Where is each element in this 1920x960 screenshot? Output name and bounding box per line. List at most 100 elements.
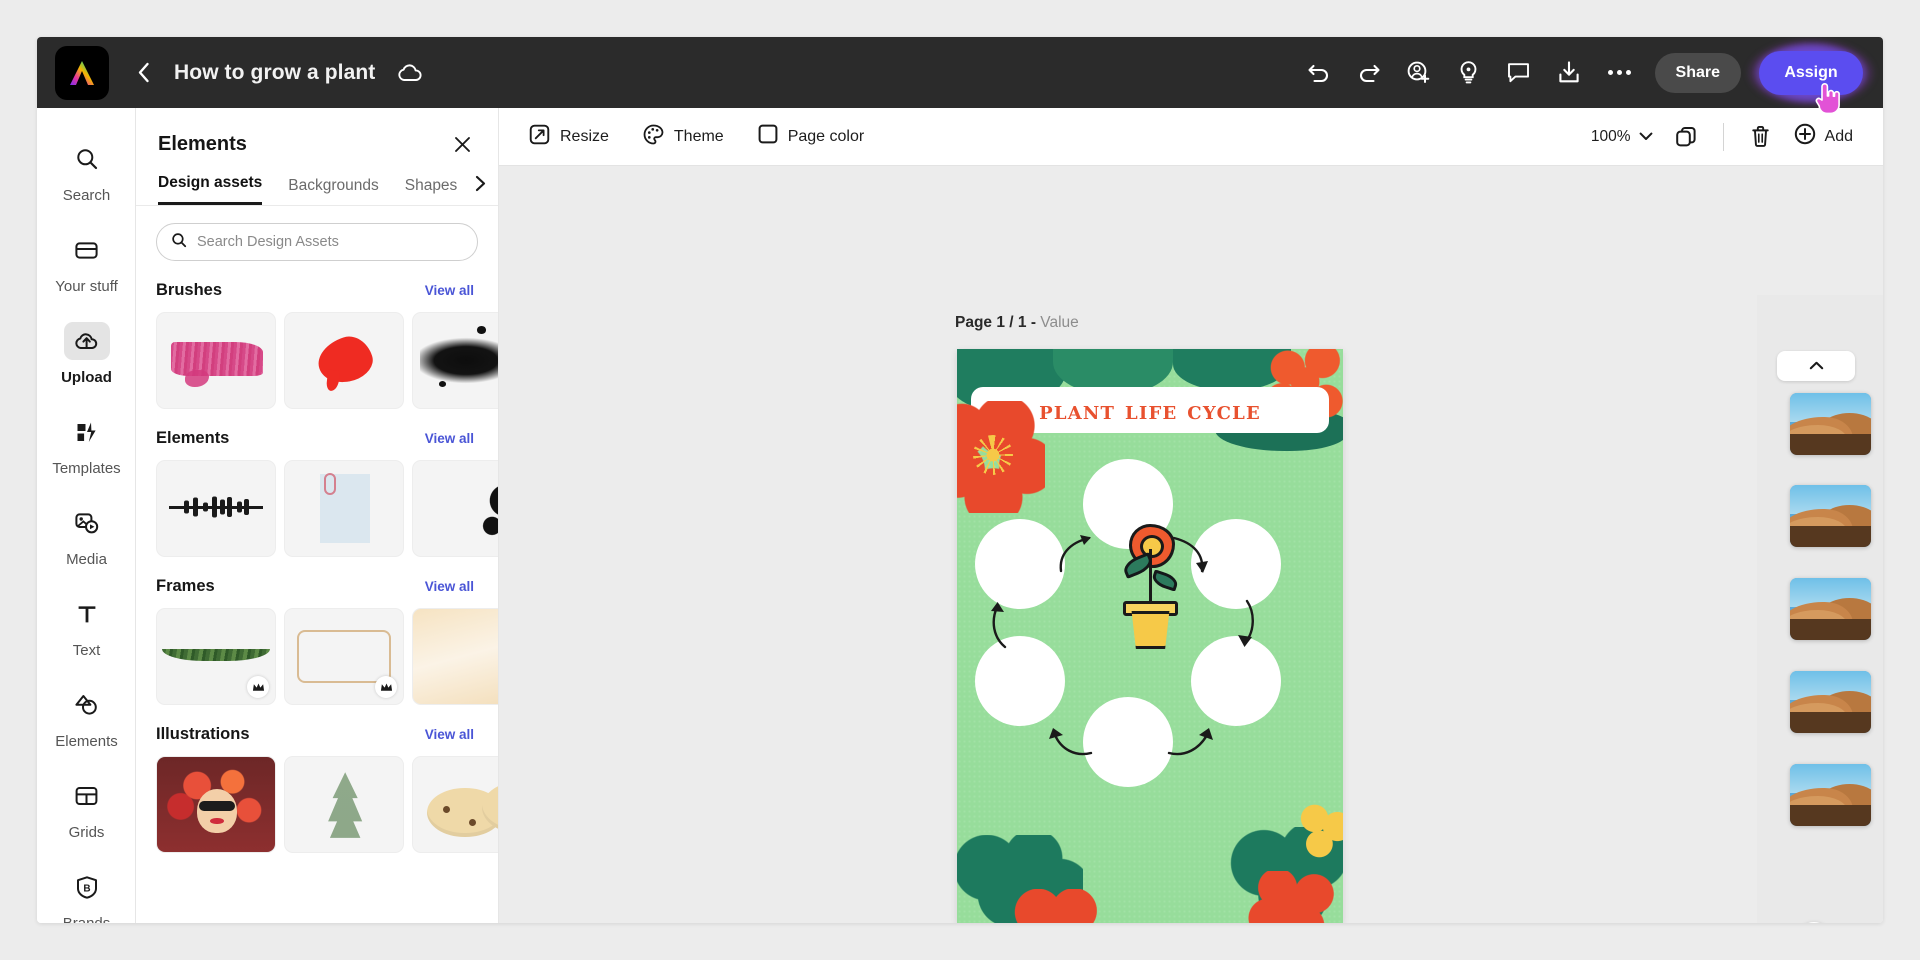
- brush-tile[interactable]: [412, 312, 498, 409]
- illustration-tile[interactable]: [412, 756, 498, 853]
- design-page[interactable]: Plant Life Cycle: [957, 349, 1343, 923]
- page-label: Page 1 / 1 - Value: [955, 314, 1079, 332]
- section-title: Frames: [156, 577, 215, 595]
- view-all-link[interactable]: View all: [425, 283, 474, 298]
- brush-tile[interactable]: [156, 312, 276, 409]
- sidebar-item-elements[interactable]: Elements: [37, 678, 135, 769]
- chevron-right-icon[interactable]: [475, 175, 486, 197]
- sidebar-item-label: Grids: [68, 824, 105, 841]
- desert-dunes-thumbnail[interactable]: [1790, 485, 1871, 547]
- search-input[interactable]: [197, 234, 463, 250]
- resize-icon: [529, 124, 550, 150]
- top-bar-actions: Share Assign: [1297, 38, 1883, 114]
- assign-button[interactable]: Assign: [1759, 50, 1863, 95]
- sidebar-item-label: Brands: [63, 915, 111, 923]
- orange-flower-shape: [1013, 889, 1103, 923]
- cycle-arrow: [1167, 728, 1213, 756]
- sidebar-item-media[interactable]: Media: [37, 496, 135, 587]
- frame-tile[interactable]: [284, 608, 404, 705]
- frame-tile[interactable]: [156, 608, 276, 705]
- page-color-button[interactable]: Page color: [758, 124, 865, 149]
- poster-artwork: Plant Life Cycle: [957, 349, 1343, 923]
- desert-dunes-thumbnail[interactable]: [1790, 578, 1871, 640]
- canvas-stage[interactable]: Page 1 / 1 - Value Plant Life Cycle: [499, 166, 1883, 923]
- view-all-link[interactable]: View all: [425, 579, 474, 594]
- close-thumbnails-button[interactable]: [1796, 922, 1832, 923]
- view-all-link[interactable]: View all: [425, 431, 474, 446]
- left-rail: Search Your stuff Upload Templates Media…: [37, 108, 136, 923]
- section-header: Frames View all: [156, 577, 498, 596]
- add-page-button[interactable]: Add: [1788, 119, 1859, 154]
- illustration-tile[interactable]: [156, 756, 276, 853]
- close-icon[interactable]: [448, 130, 476, 158]
- lightbulb-icon[interactable]: [1447, 51, 1491, 95]
- element-tile[interactable]: [156, 460, 276, 557]
- cloud-icon: [397, 63, 423, 83]
- plus-circle-icon: [1794, 123, 1816, 150]
- section-brushes: Brushes View all: [136, 281, 498, 409]
- comment-icon[interactable]: [1497, 51, 1541, 95]
- sidebar-item-upload[interactable]: Upload: [37, 314, 135, 405]
- sidebar-item-label: Upload: [61, 369, 112, 386]
- cycle-arrow: [991, 602, 1007, 649]
- sidebar-item-label: Templates: [52, 460, 121, 477]
- download-icon[interactable]: [1547, 51, 1591, 95]
- add-label: Add: [1824, 127, 1853, 145]
- orange-flower-shape: [1245, 871, 1341, 923]
- adobe-express-logo-icon[interactable]: [55, 45, 109, 100]
- more-options-icon[interactable]: [1597, 51, 1643, 95]
- toolbar-divider: [1722, 122, 1724, 151]
- section-row: [156, 312, 498, 409]
- dot: [1617, 70, 1623, 75]
- cycle-circle[interactable]: [975, 519, 1065, 609]
- flower-stamen: [973, 435, 1013, 475]
- section-header: Illustrations View all: [156, 725, 498, 744]
- desert-dunes-thumbnail[interactable]: [1790, 764, 1871, 826]
- tab-design-assets[interactable]: Design assets: [158, 174, 263, 205]
- trash-icon[interactable]: [1740, 116, 1782, 158]
- flower-pot-body: [1131, 611, 1170, 649]
- tab-backgrounds[interactable]: Backgrounds: [288, 177, 378, 205]
- share-button[interactable]: Share: [1654, 52, 1741, 93]
- search-icon: [64, 140, 110, 178]
- upload-icon: [63, 322, 110, 360]
- resize-button[interactable]: Resize: [529, 124, 609, 150]
- duplicate-page-icon[interactable]: [1665, 116, 1707, 158]
- frame-tile[interactable]: [412, 608, 498, 705]
- sidebar-item-label: Text: [72, 642, 101, 659]
- sidebar-item-brands[interactable]: B Brands: [37, 860, 135, 923]
- panel-header: Elements: [136, 108, 498, 158]
- sidebar-item-text[interactable]: Text: [37, 587, 135, 678]
- sidebar-item-search[interactable]: Search: [37, 132, 135, 223]
- element-tile[interactable]: [412, 460, 498, 557]
- view-all-link[interactable]: View all: [425, 727, 474, 742]
- document-title[interactable]: How to grow a plant: [174, 61, 375, 85]
- sidebar-item-label: Search: [62, 187, 111, 204]
- sidebar-item-grids[interactable]: Grids: [37, 769, 135, 860]
- back-button[interactable]: [126, 56, 160, 90]
- add-person-icon[interactable]: [1397, 51, 1441, 95]
- search-design-assets-field[interactable]: [156, 223, 478, 261]
- brush-tile[interactable]: [284, 312, 404, 409]
- desert-dunes-thumbnail[interactable]: [1790, 671, 1871, 733]
- media-icon: [64, 504, 110, 542]
- tab-shapes[interactable]: Shapes: [405, 177, 458, 205]
- redo-icon[interactable]: [1347, 51, 1391, 95]
- desert-dunes-thumbnail[interactable]: [1790, 393, 1871, 455]
- text-icon: [64, 595, 110, 633]
- collapse-thumbnails-button[interactable]: [1777, 351, 1855, 381]
- elements-icon: [64, 686, 110, 724]
- sidebar-item-your-stuff[interactable]: Your stuff: [37, 223, 135, 314]
- page-color-label: Page color: [787, 127, 865, 145]
- square-swatch-icon: [758, 124, 778, 149]
- section-title: Illustrations: [156, 725, 250, 743]
- theme-button[interactable]: Theme: [643, 124, 724, 150]
- illustration-tile[interactable]: [284, 756, 404, 853]
- undo-icon[interactable]: [1297, 51, 1341, 95]
- element-tile[interactable]: [284, 460, 404, 557]
- zoom-control[interactable]: 100%: [1585, 124, 1659, 150]
- chevron-down-icon: [1639, 128, 1653, 146]
- assign-button-wrapper: Assign: [1747, 38, 1875, 114]
- canvas-toolbar-right: 100% Add: [1585, 116, 1859, 158]
- sidebar-item-templates[interactable]: Templates: [37, 405, 135, 496]
